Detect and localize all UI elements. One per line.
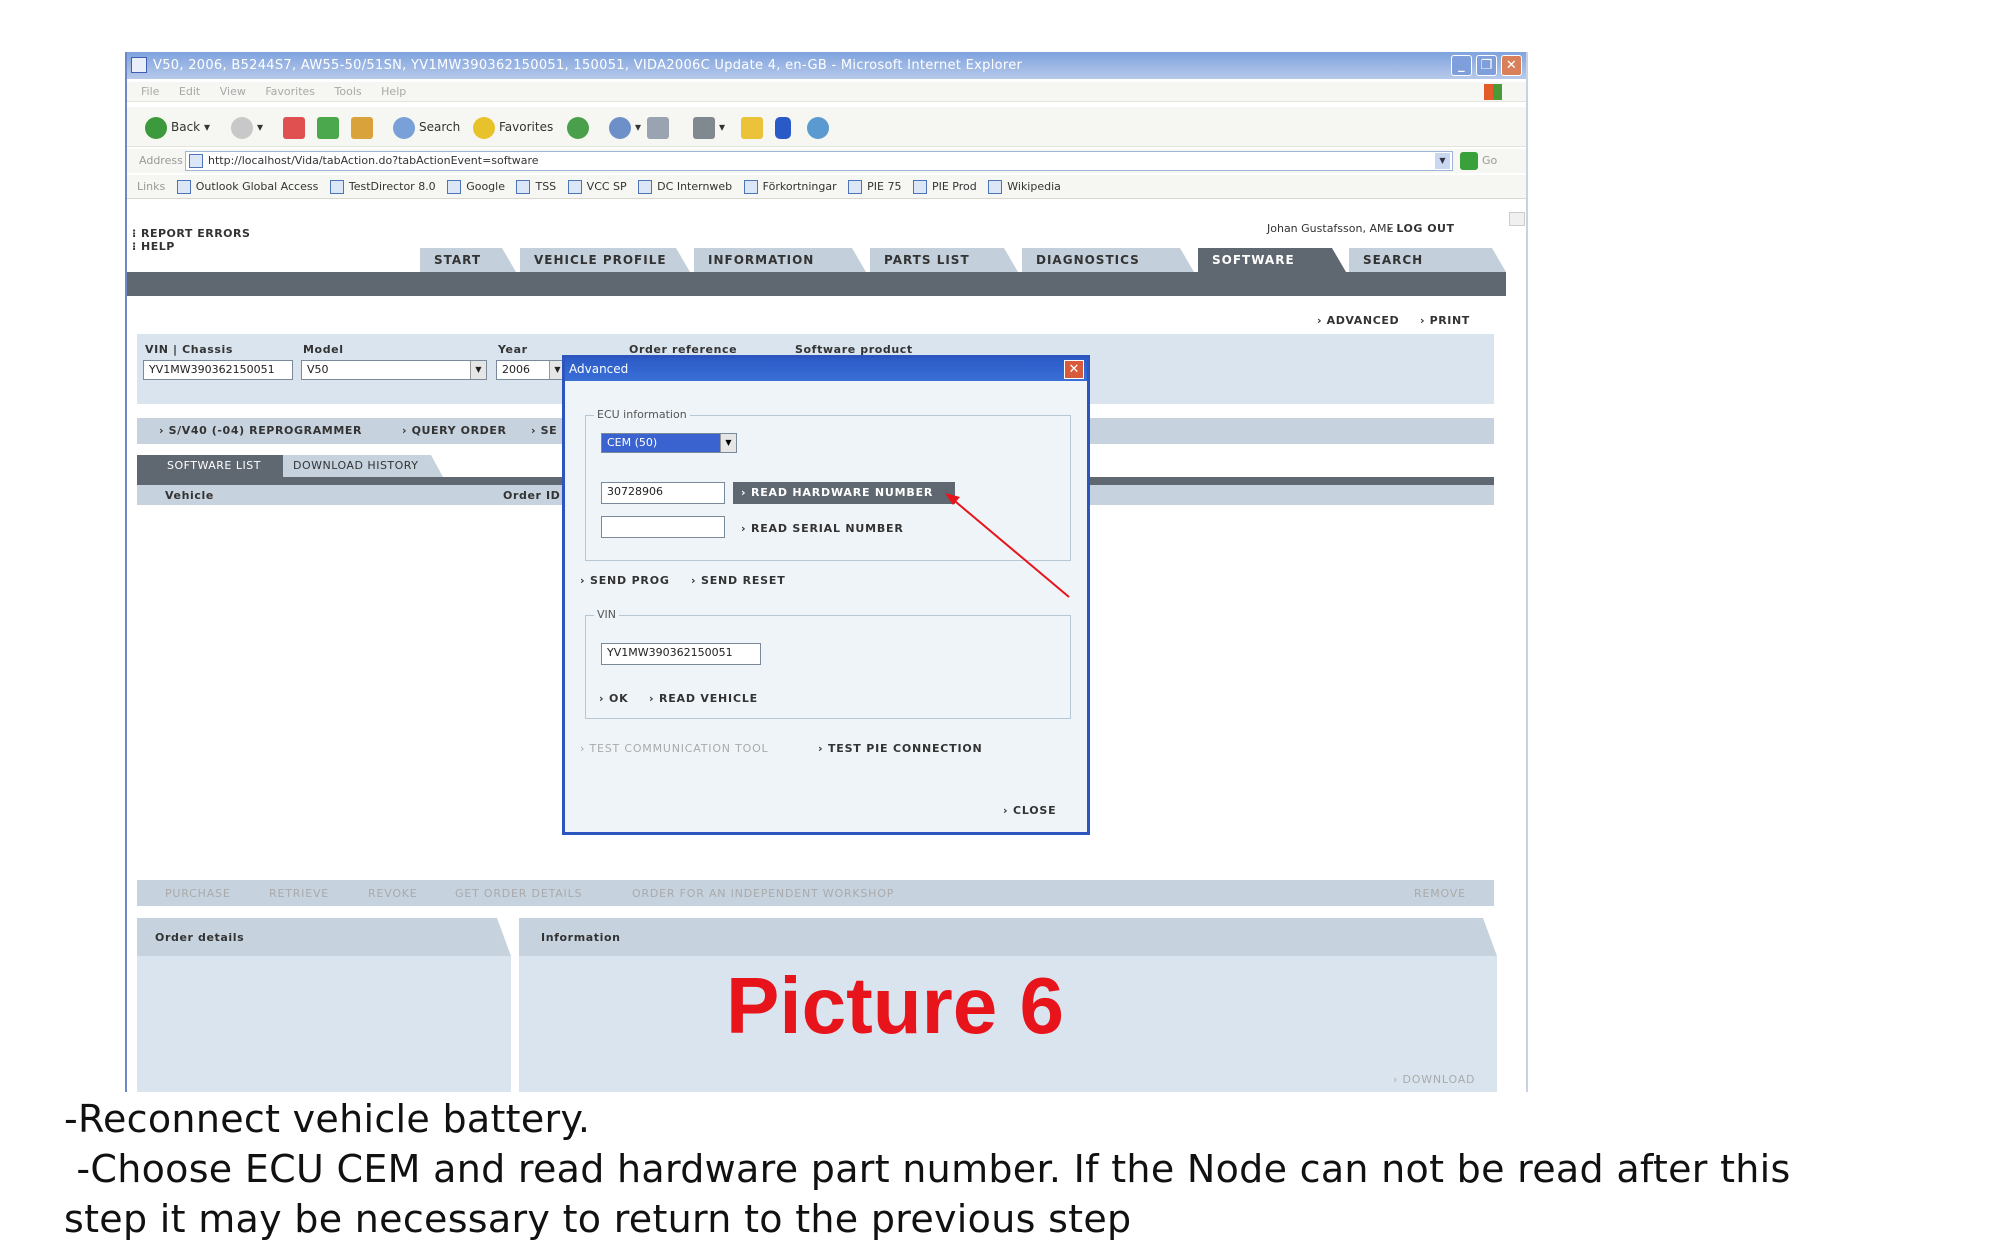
annotation-overlay <box>945 493 1070 598</box>
instruction-line-1: -Reconnect vehicle battery. <box>64 1097 591 1141</box>
instruction-line-3: step it may be necessary to return to th… <box>64 1197 1132 1241</box>
picture-label: Picture 6 <box>726 961 1064 1050</box>
document-page: V50, 2006, B5244S7, AW55-50/51SN, YV1MW3… <box>0 0 2001 1255</box>
instruction-line-2: -Choose ECU CEM and read hardware part n… <box>64 1147 1791 1191</box>
annotation-arrow-line <box>949 496 1070 598</box>
